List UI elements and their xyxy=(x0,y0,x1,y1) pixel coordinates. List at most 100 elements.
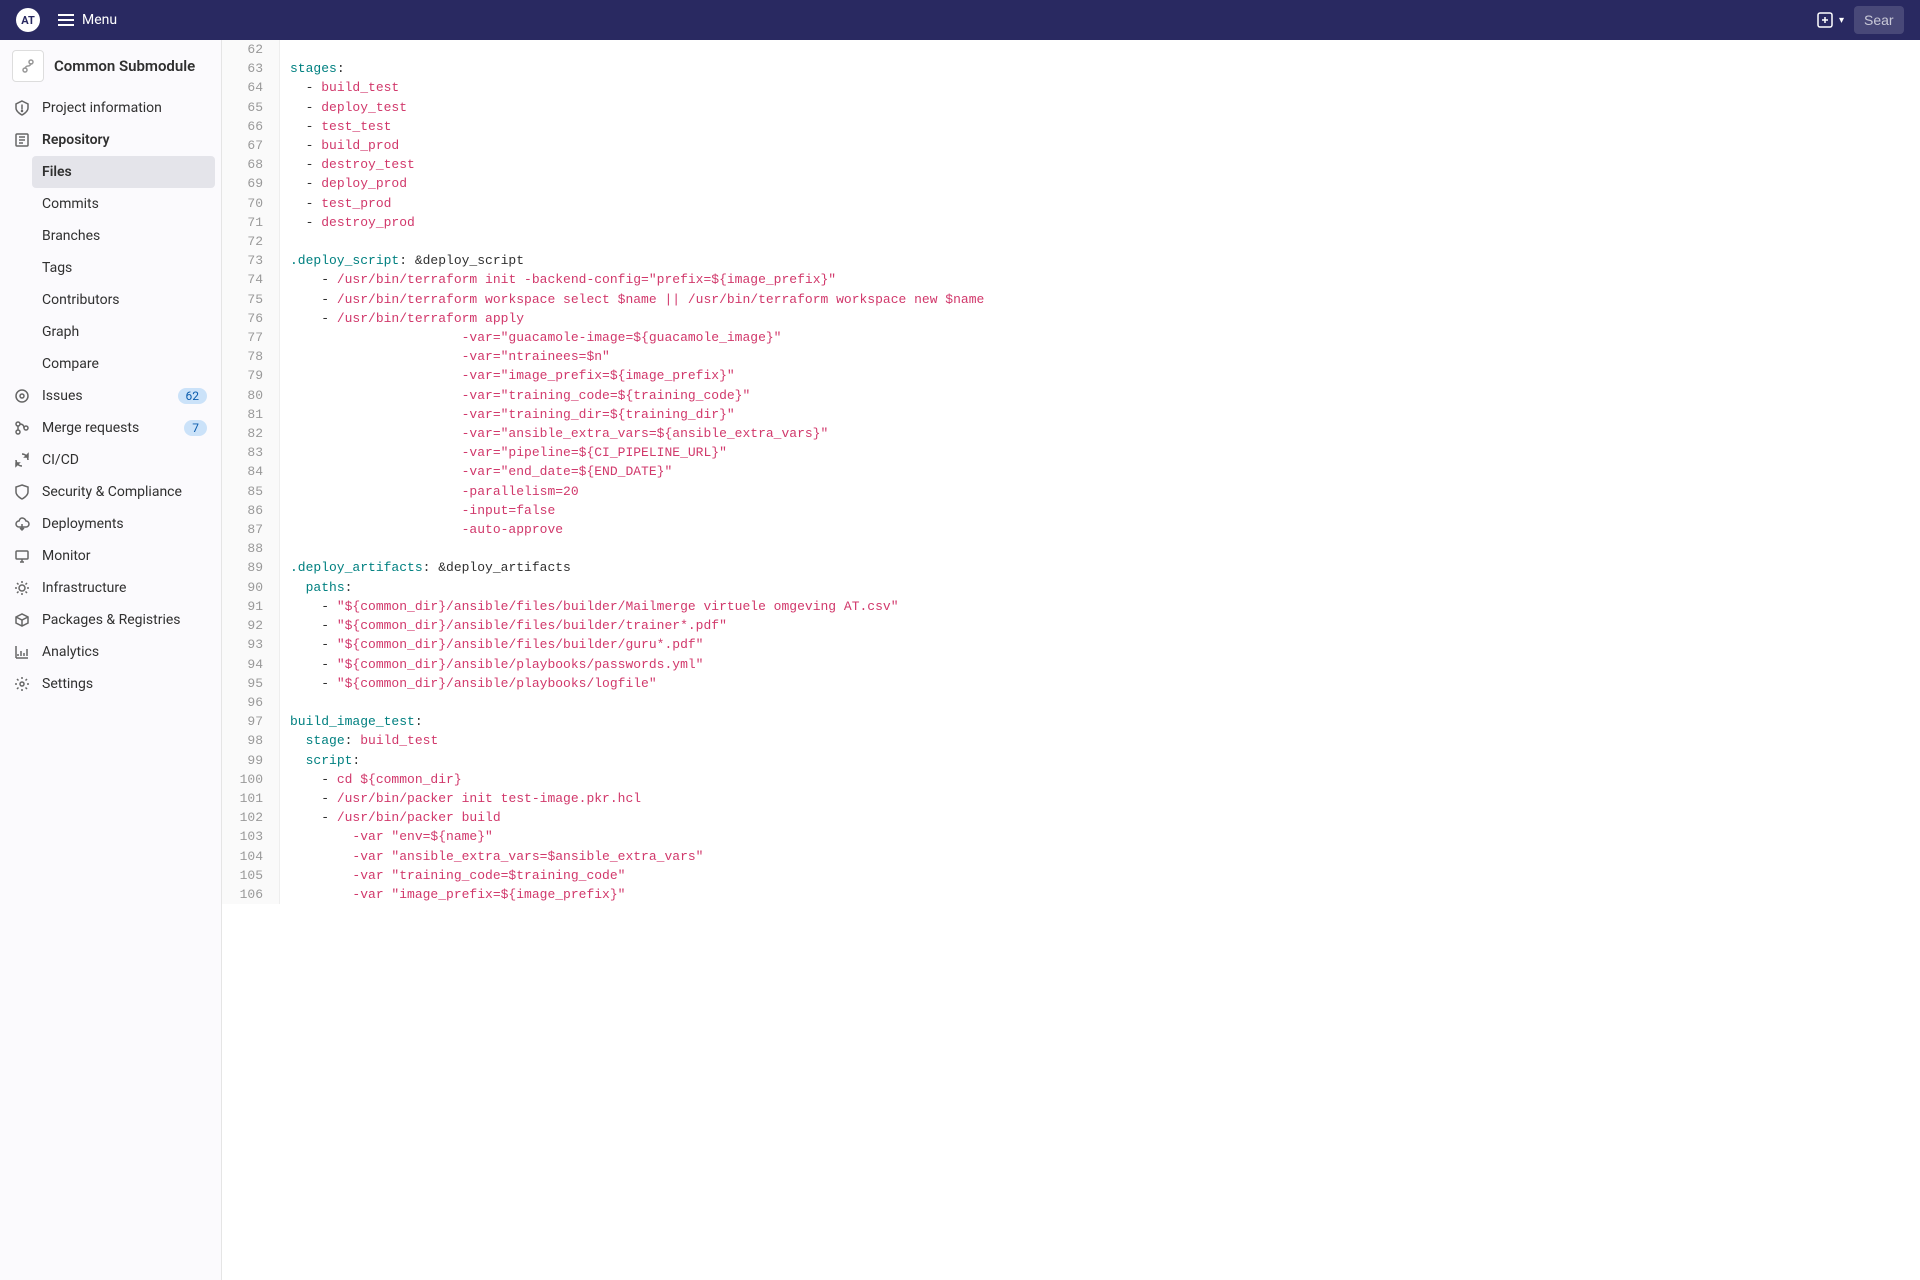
sidebar-subitem-tags[interactable]: Tags xyxy=(42,252,221,284)
code-line: - test_prod xyxy=(290,194,984,213)
line-number[interactable]: 78 xyxy=(222,347,269,366)
line-number[interactable]: 92 xyxy=(222,616,269,635)
line-number[interactable]: 83 xyxy=(222,443,269,462)
sidebar-item-deployments[interactable]: Deployments xyxy=(0,508,221,540)
sidebar-subitem-files[interactable]: Files xyxy=(32,156,215,188)
code-line: -var "training_code=$training_code" xyxy=(290,866,984,885)
infra-icon xyxy=(14,580,30,596)
chart-icon xyxy=(14,644,30,660)
repo-icon xyxy=(14,132,30,148)
code-line: - build_test xyxy=(290,78,984,97)
sidebar-item-label: Deployments xyxy=(42,516,207,532)
code-viewer: 6263646566676869707172737475767778798081… xyxy=(222,40,1920,904)
sidebar-item-label: CI/CD xyxy=(42,452,207,468)
line-number[interactable]: 97 xyxy=(222,712,269,731)
code-line: -parallelism=20 xyxy=(290,482,984,501)
line-number[interactable]: 70 xyxy=(222,194,269,213)
line-number[interactable]: 85 xyxy=(222,482,269,501)
code-line: - "${common_dir}/ansible/files/builder/M… xyxy=(290,597,984,616)
sidebar-item-infrastructure[interactable]: Infrastructure xyxy=(0,572,221,604)
project-header[interactable]: Common Submodule xyxy=(0,40,221,92)
sidebar-item-label: Project information xyxy=(42,100,207,116)
code-line: - /usr/bin/terraform apply xyxy=(290,309,984,328)
line-number[interactable]: 63 xyxy=(222,59,269,78)
line-number[interactable]: 105 xyxy=(222,866,269,885)
sidebar-item-analytics[interactable]: Analytics xyxy=(0,636,221,668)
sidebar-subitem-graph[interactable]: Graph xyxy=(42,316,221,348)
line-number[interactable]: 72 xyxy=(222,232,269,251)
code-line: - build_prod xyxy=(290,136,984,155)
line-number[interactable]: 87 xyxy=(222,520,269,539)
line-number[interactable]: 91 xyxy=(222,597,269,616)
sidebar-item-packages-registries[interactable]: Packages & Registries xyxy=(0,604,221,636)
line-number[interactable]: 94 xyxy=(222,655,269,674)
sidebar-subitem-branches[interactable]: Branches xyxy=(42,220,221,252)
line-number[interactable]: 73 xyxy=(222,251,269,270)
line-number[interactable]: 64 xyxy=(222,78,269,97)
sidebar-item-monitor[interactable]: Monitor xyxy=(0,540,221,572)
sidebar-item-repository[interactable]: Repository xyxy=(0,124,221,156)
line-number[interactable]: 100 xyxy=(222,770,269,789)
line-number[interactable]: 71 xyxy=(222,213,269,232)
sidebar-item-project-information[interactable]: Project information xyxy=(0,92,221,124)
line-number[interactable]: 81 xyxy=(222,405,269,424)
line-number[interactable]: 62 xyxy=(222,40,269,59)
cicd-icon xyxy=(14,452,30,468)
line-number[interactable]: 75 xyxy=(222,290,269,309)
line-number[interactable]: 103 xyxy=(222,827,269,846)
line-number[interactable]: 90 xyxy=(222,578,269,597)
menu-button[interactable]: Menu xyxy=(58,11,117,29)
sidebar-item-ci-cd[interactable]: CI/CD xyxy=(0,444,221,476)
line-number[interactable]: 98 xyxy=(222,731,269,750)
line-number[interactable]: 89 xyxy=(222,558,269,577)
line-number[interactable]: 65 xyxy=(222,98,269,117)
line-number[interactable]: 93 xyxy=(222,635,269,654)
plus-icon[interactable] xyxy=(1817,12,1833,28)
hamburger-icon xyxy=(58,11,74,29)
line-number[interactable]: 102 xyxy=(222,808,269,827)
line-number[interactable]: 82 xyxy=(222,424,269,443)
sidebar-item-label: Packages & Registries xyxy=(42,612,207,628)
sidebar: Common Submodule Project information Repo… xyxy=(0,40,222,1280)
line-number[interactable]: 66 xyxy=(222,117,269,136)
line-number[interactable]: 80 xyxy=(222,386,269,405)
line-number[interactable]: 104 xyxy=(222,847,269,866)
code-line: paths: xyxy=(290,578,984,597)
sidebar-item-label: Security & Compliance xyxy=(42,484,207,500)
logo[interactable]: AT xyxy=(16,8,40,32)
sidebar-subitem-commits[interactable]: Commits xyxy=(42,188,221,220)
line-number[interactable]: 84 xyxy=(222,462,269,481)
sidebar-subitem-compare[interactable]: Compare xyxy=(42,348,221,380)
search-input[interactable] xyxy=(1854,6,1904,34)
sidebar-item-settings[interactable]: Settings xyxy=(0,668,221,700)
sidebar-item-issues[interactable]: Issues62 xyxy=(0,380,221,412)
code-line xyxy=(290,232,984,251)
sidebar-subitem-contributors[interactable]: Contributors xyxy=(42,284,221,316)
line-number[interactable]: 77 xyxy=(222,328,269,347)
code-line: - destroy_prod xyxy=(290,213,984,232)
sidebar-item-merge-requests[interactable]: Merge requests7 xyxy=(0,412,221,444)
line-number[interactable]: 96 xyxy=(222,693,269,712)
chevron-down-icon[interactable]: ▾ xyxy=(1839,15,1844,26)
code-line: stages: xyxy=(290,59,984,78)
line-number[interactable]: 86 xyxy=(222,501,269,520)
line-number[interactable]: 106 xyxy=(222,885,269,904)
line-number[interactable]: 76 xyxy=(222,309,269,328)
code-line: -var="guacamole-image=${guacamole_image}… xyxy=(290,328,984,347)
content-area[interactable]: 6263646566676869707172737475767778798081… xyxy=(222,40,1920,1280)
line-number[interactable]: 99 xyxy=(222,751,269,770)
line-number[interactable]: 95 xyxy=(222,674,269,693)
line-number[interactable]: 101 xyxy=(222,789,269,808)
line-number[interactable]: 67 xyxy=(222,136,269,155)
line-number[interactable]: 88 xyxy=(222,539,269,558)
line-number[interactable]: 74 xyxy=(222,270,269,289)
line-number[interactable]: 79 xyxy=(222,366,269,385)
line-number[interactable]: 69 xyxy=(222,174,269,193)
line-number[interactable]: 68 xyxy=(222,155,269,174)
count-badge: 7 xyxy=(184,420,207,436)
sidebar-item-security-compliance[interactable]: Security & Compliance xyxy=(0,476,221,508)
code-line: -var "env=${name}" xyxy=(290,827,984,846)
code-line: - /usr/bin/terraform workspace select $n… xyxy=(290,290,984,309)
code-line: -auto-approve xyxy=(290,520,984,539)
code-line: - destroy_test xyxy=(290,155,984,174)
